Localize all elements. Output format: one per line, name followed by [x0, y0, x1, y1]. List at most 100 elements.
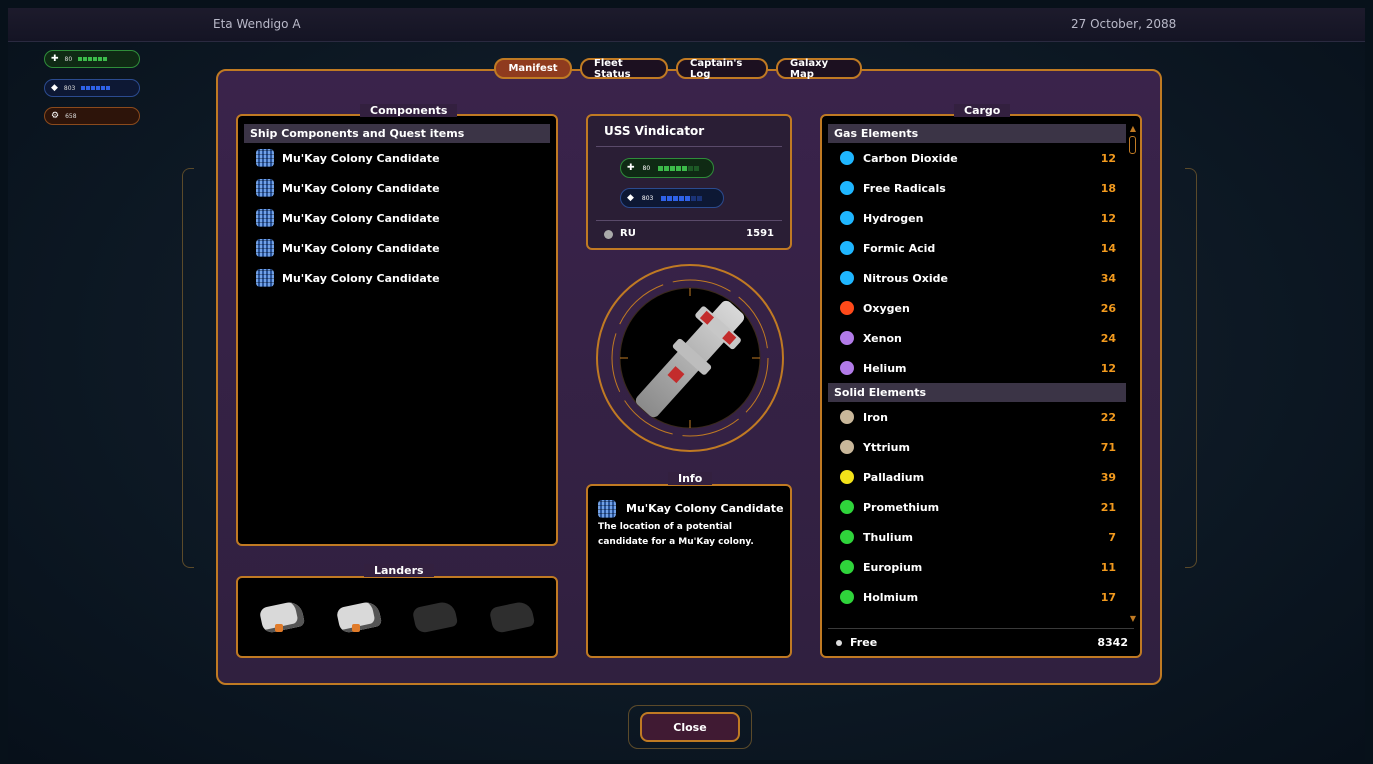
left-bracket	[182, 168, 194, 568]
cargo-row[interactable]: Oxygen 26	[828, 293, 1126, 323]
ship-frame: USS Vindicator ✚ 80 ◆ 803 RU 1591	[586, 114, 792, 250]
lander-slot-empty[interactable]	[483, 594, 541, 640]
list-item[interactable]: Mu'Kay Colony Candidate	[244, 173, 550, 203]
lander-slot-empty[interactable]	[406, 594, 464, 640]
cargo-frame: Gas Elements Carbon Dioxide 12 Free Radic…	[820, 114, 1142, 658]
cargo-row[interactable]: Europium 11	[828, 552, 1126, 582]
solid-icon	[840, 560, 854, 574]
ship-hull-bar: ✚ 80	[620, 158, 714, 178]
scrollbar-thumb[interactable]	[1129, 136, 1136, 154]
cargo-row[interactable]: Iron 22	[828, 402, 1126, 432]
colony-candidate-icon	[256, 149, 274, 167]
free-value: 8342	[1097, 636, 1128, 649]
hull-mini-value: 80	[64, 55, 73, 63]
fuel-mini-value: 658	[65, 112, 77, 120]
solid-icon	[840, 530, 854, 544]
free-label: Free	[850, 636, 878, 649]
ship-shield-bar: ◆ 803	[620, 188, 724, 208]
tab-bar: Manifest Fleet Status Captain's Log Gala…	[494, 58, 862, 80]
hull-mini-bar: ✚ 80	[44, 50, 140, 68]
info-description: The location of a potential candidate fo…	[598, 522, 754, 547]
gear-icon: ⚙	[51, 111, 60, 121]
shield-mini-value: 803	[63, 84, 76, 92]
lander-slot[interactable]	[253, 594, 311, 640]
cargo-title: Cargo	[954, 104, 1011, 117]
game-date: 27 October, 2088	[1071, 17, 1177, 31]
list-item[interactable]: Mu'Kay Colony Candidate	[244, 263, 550, 293]
plus-icon: ✚	[51, 54, 59, 64]
cargo-row[interactable]: Promethium 21	[828, 492, 1126, 522]
cargo-row[interactable]: Xenon 24	[828, 323, 1126, 353]
scroll-up-arrow[interactable]: ▲	[1130, 124, 1136, 133]
gas-icon	[840, 361, 854, 375]
ru-icon	[604, 230, 613, 239]
game-screen: Eta Wendigo A 27 October, 2088 ✚ 80 ◆ 80…	[8, 8, 1365, 760]
solid-icon	[840, 410, 854, 424]
gas-icon	[840, 241, 854, 255]
gas-icon	[840, 331, 854, 345]
list-item[interactable]: Mu'Kay Colony Candidate	[244, 203, 550, 233]
lander-icon	[488, 599, 535, 635]
close-button[interactable]: Close	[640, 712, 740, 742]
hull-pips	[78, 57, 108, 61]
shield-mini-bar: ◆ 803	[44, 79, 140, 97]
gas-icon	[840, 151, 854, 165]
cargo-row[interactable]: Thulium 7	[828, 522, 1126, 552]
tab-captains-log[interactable]: Captain's Log	[676, 58, 768, 80]
tab-galaxy-map[interactable]: Galaxy Map	[776, 58, 862, 80]
list-item[interactable]: Mu'Kay Colony Candidate	[244, 143, 550, 173]
location-name: Eta Wendigo A	[213, 17, 301, 31]
solid-elements-header: Solid Elements	[828, 383, 1126, 402]
gas-icon	[840, 211, 854, 225]
landers-title: Landers	[364, 564, 434, 577]
shield-icon: ◆	[627, 193, 634, 203]
solid-icon	[840, 590, 854, 604]
cargo-row[interactable]: Carbon Dioxide 12	[828, 143, 1126, 173]
info-item-name: Mu'Kay Colony Candidate	[626, 502, 784, 515]
colony-candidate-icon	[256, 269, 274, 287]
cargo-row[interactable]: Yttrium 71	[828, 432, 1126, 462]
gas-icon	[840, 271, 854, 285]
right-bracket	[1185, 168, 1197, 568]
ru-label: RU	[620, 228, 636, 239]
gas-icon	[840, 301, 854, 315]
solid-icon	[840, 440, 854, 454]
gas-elements-header: Gas Elements	[828, 124, 1126, 143]
free-icon	[836, 640, 842, 646]
list-item[interactable]: Mu'Kay Colony Candidate	[244, 233, 550, 263]
landers-row	[244, 584, 550, 650]
cargo-row[interactable]: Nitrous Oxide 34	[828, 263, 1126, 293]
cargo-list[interactable]: Gas Elements Carbon Dioxide 12 Free Radic…	[828, 124, 1126, 612]
components-title: Components	[360, 104, 458, 117]
ru-value: 1591	[746, 228, 774, 239]
lander-slot[interactable]	[330, 594, 388, 640]
colony-candidate-icon	[256, 239, 274, 257]
lander-icon	[412, 599, 459, 635]
plus-icon: ✚	[627, 163, 635, 173]
tab-fleet-status[interactable]: Fleet Status	[580, 58, 668, 80]
solid-icon	[840, 470, 854, 484]
landers-frame	[236, 576, 558, 658]
colony-candidate-icon	[256, 179, 274, 197]
cargo-row[interactable]: Holmium 17	[828, 582, 1126, 612]
solid-icon	[840, 500, 854, 514]
shield-icon: ◆	[51, 83, 58, 93]
cargo-row[interactable]: Helium 12	[828, 353, 1126, 383]
cargo-row[interactable]: Hydrogen 12	[828, 203, 1126, 233]
info-title: Info	[668, 472, 713, 485]
cargo-row[interactable]: Free Radicals 18	[828, 173, 1126, 203]
top-bar: Eta Wendigo A 27 October, 2088	[8, 8, 1365, 42]
ship-name: USS Vindicator	[604, 124, 705, 138]
cargo-row[interactable]: Formic Acid 14	[828, 233, 1126, 263]
info-frame: Mu'Kay Colony Candidate The location of …	[586, 484, 792, 658]
shield-pips	[81, 86, 111, 90]
fuel-mini-bar: ⚙ 658	[44, 107, 140, 125]
tab-manifest[interactable]: Manifest	[494, 58, 572, 79]
ship-viewer	[592, 260, 788, 456]
components-group-header: Ship Components and Quest items	[244, 124, 550, 143]
gas-icon	[840, 181, 854, 195]
cargo-row[interactable]: Palladium 39	[828, 462, 1126, 492]
components-frame: Ship Components and Quest items Mu'Kay C…	[236, 114, 558, 546]
components-list: Ship Components and Quest items Mu'Kay C…	[244, 124, 550, 293]
scroll-down-arrow[interactable]: ▼	[1130, 614, 1136, 623]
